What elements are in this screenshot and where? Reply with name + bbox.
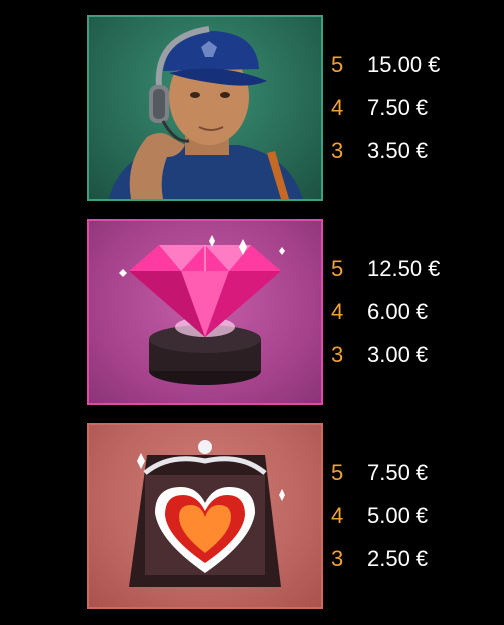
pay-count: 3 [331, 138, 344, 163]
pay-count: 4 [331, 299, 344, 324]
pay-value: 2.50 € [367, 546, 429, 571]
pay-value: 6.00 € [367, 299, 429, 324]
pay-count: 3 [331, 342, 344, 367]
pay-value: 12.50 € [367, 256, 441, 281]
pilot-icon [109, 26, 303, 199]
pay-count: 5 [331, 460, 344, 485]
pink-diamond-symbol-tile [87, 219, 323, 405]
pay-count: 5 [331, 256, 344, 281]
pay-count: 4 [331, 503, 344, 528]
pilot-symbol-tile [87, 15, 323, 201]
pay-count: 3 [331, 546, 344, 571]
pay-value: 7.50 € [367, 95, 429, 120]
pay-count: 4 [331, 95, 344, 120]
pay-value: 3.50 € [367, 138, 429, 163]
pay-value: 7.50 € [367, 460, 429, 485]
pay-count: 5 [331, 52, 344, 77]
pink-diamond-icon [119, 235, 285, 385]
pay-value: 15.00 € [367, 52, 441, 77]
pay-value: 3.00 € [367, 342, 429, 367]
pay-value: 5.00 € [367, 503, 429, 528]
heart-jewel-icon [129, 440, 285, 587]
heart-jewel-symbol-tile [87, 423, 323, 609]
